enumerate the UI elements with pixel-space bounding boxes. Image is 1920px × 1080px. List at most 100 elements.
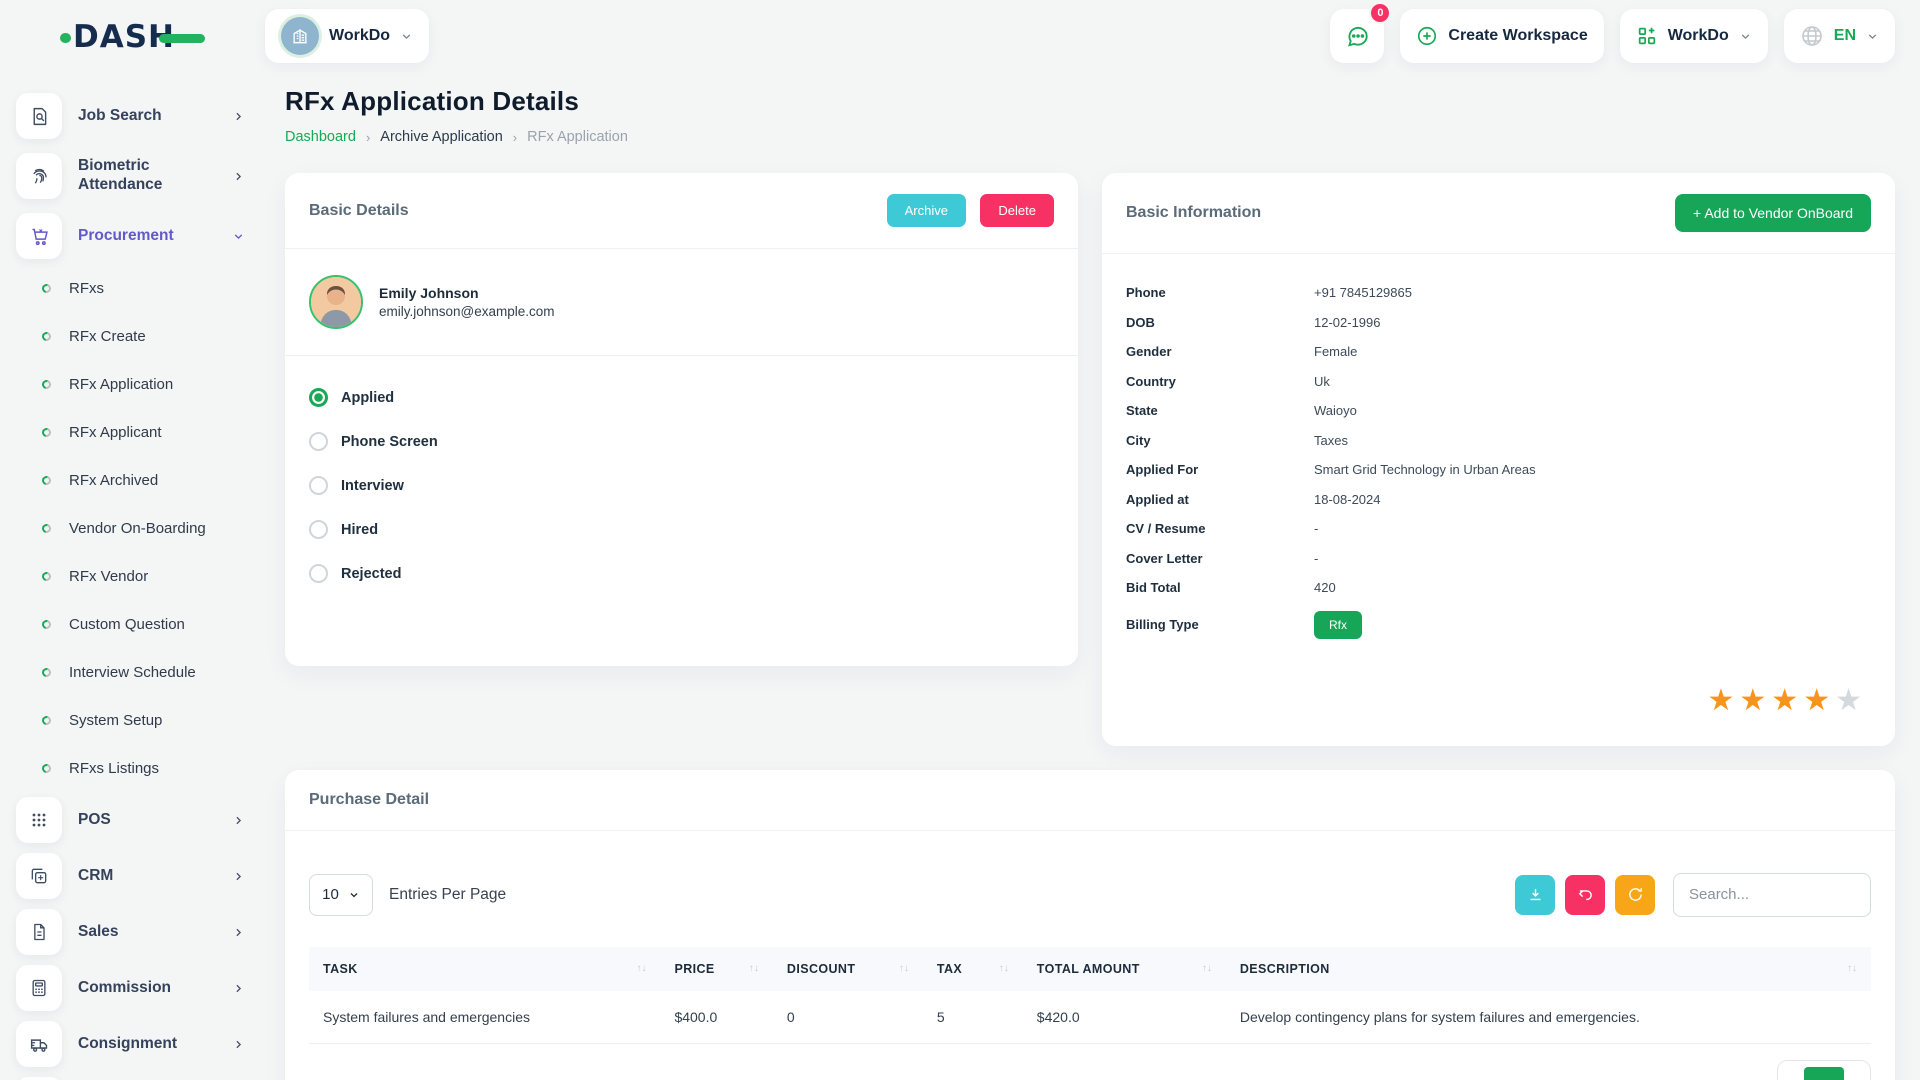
sidebar-subitem-rfxs-listings[interactable]: RFxs Listings — [0, 744, 265, 792]
create-workspace-button[interactable]: Create Workspace — [1400, 9, 1603, 63]
grid-plus-icon — [1636, 25, 1658, 47]
sidebar-subitem-system-setup[interactable]: System Setup — [0, 696, 265, 744]
entries-per-page-select[interactable]: 10 — [309, 874, 373, 916]
person-photo — [311, 277, 361, 327]
sidebar-item-job-search[interactable]: Job Search — [0, 88, 265, 144]
page-title: RFx Application Details — [285, 86, 1895, 117]
info-row-dob: DOB12-02-1996 — [1102, 308, 1895, 338]
sidebar-item-label: Commission — [78, 979, 216, 998]
column-header-tax[interactable]: TAX↑↓ — [923, 947, 1023, 991]
chevron-right-icon — [232, 870, 245, 883]
pagination-container — [1777, 1060, 1871, 1080]
archive-button[interactable]: Archive — [887, 194, 966, 227]
language-selector[interactable]: EN — [1784, 9, 1895, 63]
purchase-detail-card: Purchase Detail 10 Entries Per Page — [285, 770, 1895, 1080]
delete-button[interactable]: Delete — [980, 194, 1054, 227]
field-value: 18-08-2024 — [1314, 492, 1381, 507]
status-label: Interview — [341, 478, 404, 494]
download-icon — [1527, 886, 1544, 903]
sidebar-item-commission[interactable]: Commission — [0, 960, 265, 1016]
dash-logo-icon: DASH — [58, 14, 208, 58]
crm-copy-icon — [16, 853, 62, 899]
chevron-right-icon — [232, 982, 245, 995]
undo-button[interactable] — [1565, 875, 1605, 915]
sort-icon: ↑↓ — [899, 963, 909, 974]
sidebar-item-procurement[interactable]: Procurement — [0, 208, 265, 264]
applicant-email: emily.johnson@example.com — [379, 304, 555, 319]
sidebar-item-label: Biometric Attendance — [78, 157, 216, 194]
field-label: Applied at — [1126, 492, 1314, 507]
sidebar-subitem-rfxs[interactable]: RFxs — [0, 264, 265, 312]
sidebar-subitem-rfx-vendor[interactable]: RFx Vendor — [0, 552, 265, 600]
bullet-icon — [40, 762, 52, 774]
sidebar-subitem-label: RFx Application — [69, 376, 173, 393]
column-label: TAX — [937, 962, 962, 976]
field-label: Phone — [1126, 285, 1314, 300]
sidebar-subitem-rfx-create[interactable]: RFx Create — [0, 312, 265, 360]
sidebar-item-sales[interactable]: Sales — [0, 904, 265, 960]
field-label: City — [1126, 433, 1314, 448]
info-row-city: CityTaxes — [1102, 426, 1895, 456]
export-button[interactable] — [1515, 875, 1555, 915]
workspace-selector[interactable]: WorkDo — [265, 9, 429, 63]
sidebar-item-crm[interactable]: CRM — [0, 848, 265, 904]
refresh-button[interactable] — [1615, 875, 1655, 915]
status-option-rejected[interactable]: Rejected — [309, 564, 1054, 583]
workdo-menu-button[interactable]: WorkDo — [1620, 9, 1768, 63]
sidebar-item-biometric-attendance[interactable]: Biometric Attendance — [0, 144, 265, 208]
chevron-down-icon — [1866, 30, 1879, 43]
field-label: State — [1126, 403, 1314, 418]
info-row-bid-total: Bid Total420 — [1102, 573, 1895, 603]
add-to-vendor-onboard-button[interactable]: + Add to Vendor OnBoard — [1675, 194, 1871, 232]
chevron-right-icon — [232, 1038, 245, 1051]
column-header-discount[interactable]: DISCOUNT↑↓ — [773, 947, 923, 991]
breadcrumb-separator-icon: › — [366, 130, 370, 145]
status-option-hired[interactable]: Hired — [309, 520, 1054, 539]
field-label: Gender — [1126, 344, 1314, 359]
sidebar-subitem-label: RFxs — [69, 280, 104, 297]
refresh-icon — [1627, 886, 1644, 903]
sidebar-item-consignment[interactable]: Consignment — [0, 1016, 265, 1072]
applicant-avatar — [309, 275, 363, 329]
status-option-interview[interactable]: Interview — [309, 476, 1054, 495]
language-label: EN — [1834, 27, 1856, 45]
column-header-description[interactable]: DESCRIPTION↑↓ — [1226, 947, 1871, 991]
info-row-applied-for: Applied ForSmart Grid Technology in Urba… — [1102, 455, 1895, 485]
cell-total-amount: $420.0 — [1023, 991, 1226, 1044]
chevron-right-icon — [232, 110, 245, 123]
field-value: 420 — [1314, 580, 1336, 595]
sidebar-subitem-custom-question[interactable]: Custom Question — [0, 600, 265, 648]
workdo-menu-label: WorkDo — [1668, 27, 1729, 45]
sidebar-item-pos[interactable]: POS — [0, 792, 265, 848]
sidebar-subitem-rfx-application[interactable]: RFx Application — [0, 360, 265, 408]
consignment-truck-icon — [16, 1021, 62, 1067]
column-header-total-amount[interactable]: TOTAL AMOUNT↑↓ — [1023, 947, 1226, 991]
sidebar-subitem-interview-schedule[interactable]: Interview Schedule — [0, 648, 265, 696]
sidebar-subitem-rfx-archived[interactable]: RFx Archived — [0, 456, 265, 504]
status-option-phone-screen[interactable]: Phone Screen — [309, 432, 1054, 451]
breadcrumb-archive-application[interactable]: Archive Application — [380, 129, 503, 145]
dash-logo[interactable]: DASH — [0, 14, 265, 58]
status-label: Hired — [341, 522, 378, 538]
sidebar-subitem-rfx-applicant[interactable]: RFx Applicant — [0, 408, 265, 456]
radio-icon — [309, 432, 328, 451]
column-header-task[interactable]: TASK↑↓ — [309, 947, 660, 991]
breadcrumb-dashboard[interactable]: Dashboard — [285, 129, 356, 145]
purchase-table: TASK↑↓ PRICE↑↓ DISCOUNT↑↓ TAX↑↓ TOTAL AM… — [309, 947, 1871, 1044]
search-input[interactable] — [1673, 873, 1871, 917]
star-filled-icon: ★ — [1771, 684, 1803, 717]
status-option-applied[interactable]: Applied — [309, 388, 1054, 407]
field-value: Smart Grid Technology in Urban Areas — [1314, 462, 1536, 477]
main-content: RFx Application Details Dashboard › Arch… — [265, 72, 1920, 1080]
sidebar-subitem-vendor-on-boarding[interactable]: Vendor On-Boarding — [0, 504, 265, 552]
info-row-phone: Phone+91 7845129865 — [1102, 278, 1895, 308]
table-header-row: TASK↑↓ PRICE↑↓ DISCOUNT↑↓ TAX↑↓ TOTAL AM… — [309, 947, 1871, 991]
job-search-icon — [16, 93, 62, 139]
field-value: +91 7845129865 — [1314, 285, 1412, 300]
column-header-price[interactable]: PRICE↑↓ — [660, 947, 772, 991]
cell-price: $400.0 — [660, 991, 772, 1044]
field-value: Uk — [1314, 374, 1330, 389]
pagination-active-page[interactable] — [1804, 1067, 1844, 1080]
sidebar-item-partial[interactable] — [0, 1072, 265, 1080]
messages-button[interactable]: 0 — [1330, 9, 1384, 63]
